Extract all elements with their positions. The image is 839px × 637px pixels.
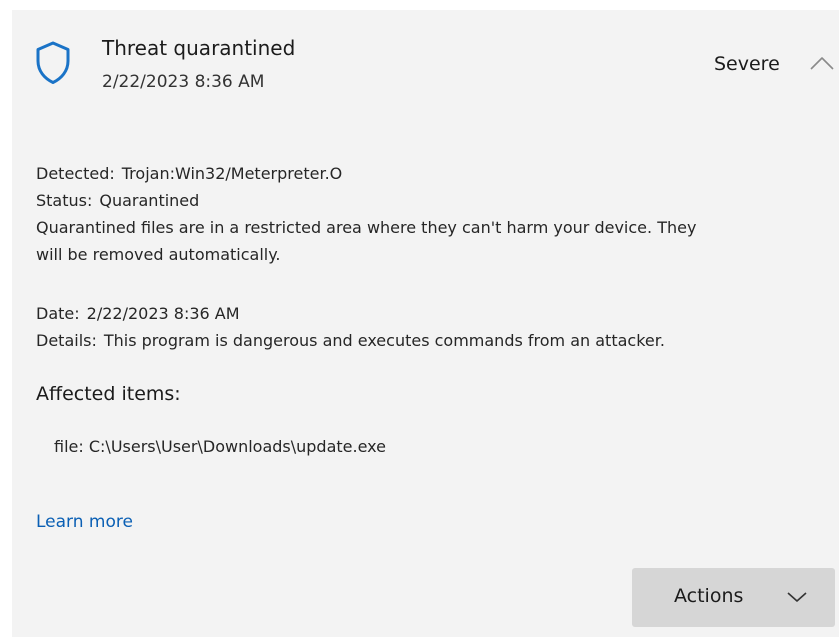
affected-items-heading: Affected items: <box>36 383 181 405</box>
threat-title: Threat quarantined <box>102 36 296 60</box>
status-description-line-1: Quarantined files are in a restricted ar… <box>36 218 697 237</box>
threat-timestamp: 2/22/2023 8:36 AM <box>102 72 265 92</box>
detected-label: Detected: <box>36 164 115 183</box>
detected-value: Trojan:Win32/Meterpreter.O <box>121 164 343 183</box>
chevron-up-icon[interactable] <box>808 50 836 76</box>
affected-item: file: C:\Users\User\Downloads\update.exe <box>54 437 386 456</box>
status-row: Status: Quarantined <box>36 187 696 214</box>
details-label: Details: <box>36 331 97 350</box>
shield-icon <box>36 41 70 84</box>
details-row: Details: This program is dangerous and ex… <box>36 327 665 354</box>
date-row: Date: 2/22/2023 8:36 AM <box>36 300 665 327</box>
status-value: Quarantined <box>99 191 200 210</box>
affected-item-label: file: <box>54 437 84 456</box>
status-description-line-2: will be removed automatically. <box>36 245 281 264</box>
details-value: This program is dangerous and executes c… <box>103 331 665 350</box>
actions-button[interactable]: Actions <box>632 568 835 627</box>
actions-label: Actions <box>674 585 744 607</box>
threat-detail-panel: Threat quarantined 2/22/2023 8:36 AM Sev… <box>12 10 839 637</box>
threat-header[interactable]: Threat quarantined 2/22/2023 8:36 AM Sev… <box>12 10 839 110</box>
severity-label: Severe <box>714 53 780 75</box>
detection-meta: Date: 2/22/2023 8:36 AM Details: This prog… <box>36 300 665 354</box>
detection-info: Detected: Trojan:Win32/Meterpreter.O Stat… <box>36 160 696 268</box>
status-label: Status: <box>36 191 93 210</box>
date-value: 2/22/2023 8:36 AM <box>86 304 240 323</box>
affected-item-path: C:\Users\User\Downloads\update.exe <box>88 437 386 456</box>
learn-more-link[interactable]: Learn more <box>36 512 133 532</box>
date-label: Date: <box>36 304 80 323</box>
detected-row: Detected: Trojan:Win32/Meterpreter.O <box>36 160 696 187</box>
chevron-down-icon <box>787 592 807 602</box>
